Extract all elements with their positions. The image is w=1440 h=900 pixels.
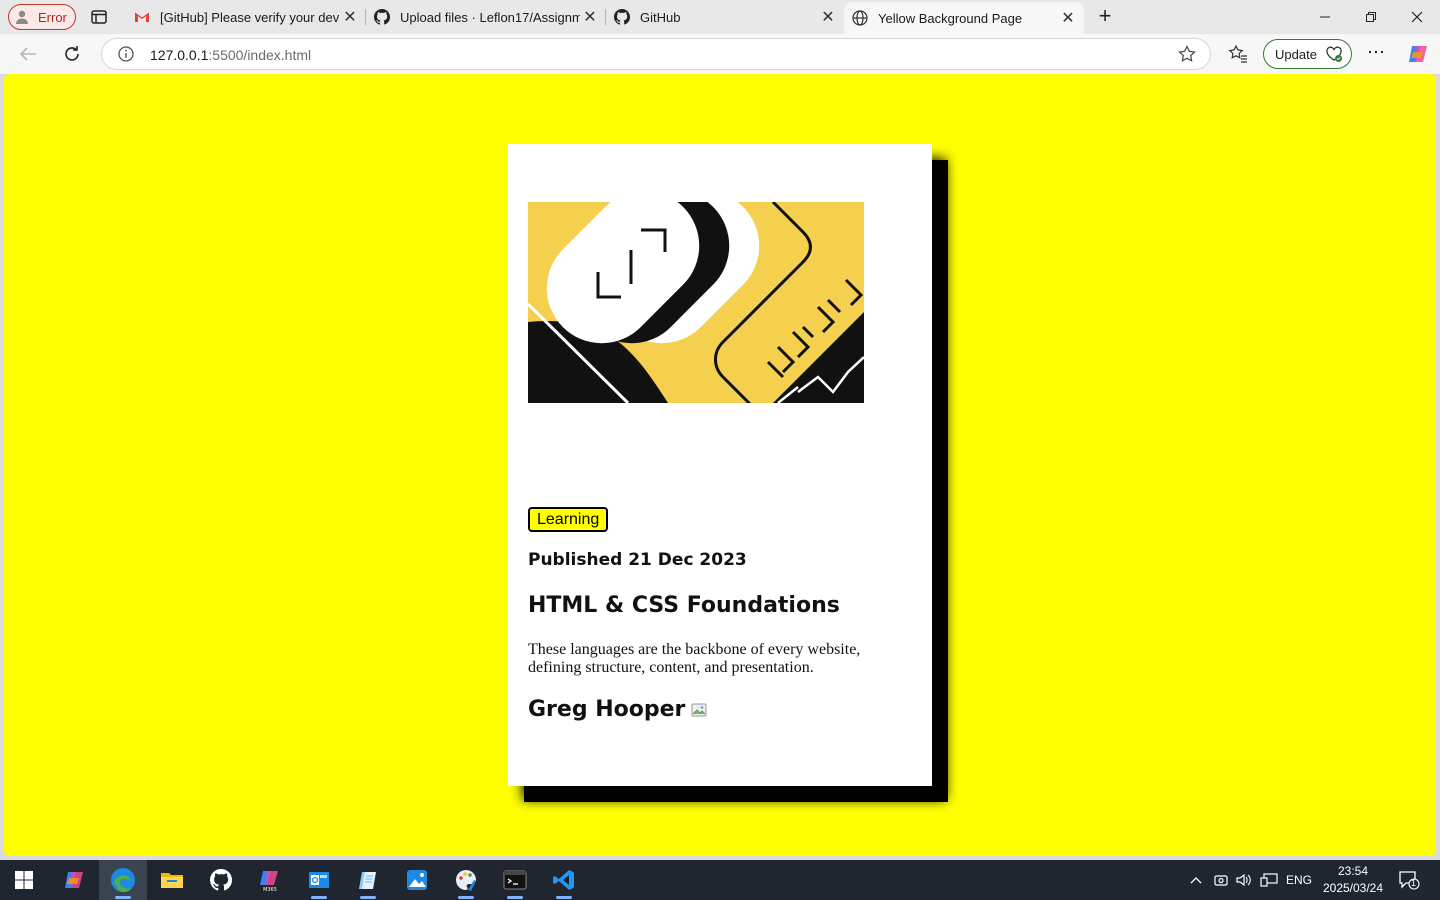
tab-github[interactable]: GitHub ✕: [606, 0, 844, 34]
copilot-taskbar-button[interactable]: [50, 860, 98, 900]
profile-status-label: Error: [38, 9, 67, 25]
clock-date: 2025/03/24: [1322, 881, 1384, 895]
update-label: Update: [1275, 46, 1317, 62]
broken-image-icon: [691, 702, 707, 718]
file-explorer-icon: [161, 873, 183, 888]
reload-button[interactable]: [58, 40, 86, 68]
update-heart-icon: [1325, 45, 1343, 63]
close-icon: [1411, 11, 1423, 23]
edge-icon: [111, 868, 135, 892]
new-tab-button[interactable]: +: [1094, 5, 1116, 28]
close-tab-icon[interactable]: ✕: [818, 7, 838, 27]
notifications-button[interactable]: 1: [1398, 870, 1420, 890]
back-button[interactable]: [14, 40, 42, 68]
tab-title: Yellow Background Page: [878, 10, 1023, 26]
author-name: Greg Hooper: [528, 697, 686, 722]
paint-icon: [456, 870, 476, 891]
close-tab-icon[interactable]: ✕: [1058, 8, 1078, 28]
hero-illustration: [528, 202, 864, 403]
tab-actions-icon: [91, 10, 107, 24]
reload-icon: [65, 46, 79, 61]
outlook-taskbar-button[interactable]: [295, 860, 343, 900]
favorites-icon[interactable]: [1228, 44, 1248, 64]
show-hidden-icons-button[interactable]: [1186, 860, 1206, 900]
tab-title: [GitHub] Please verify your device: [160, 9, 340, 25]
copilot-icon[interactable]: [1406, 42, 1430, 66]
clock[interactable]: 23:54 2025/03/24: [1318, 863, 1388, 897]
published-date: Published 21 Dec 2023: [528, 550, 747, 570]
tab-title: GitHub: [640, 9, 681, 25]
github-desktop-icon: [210, 869, 232, 891]
restore-button[interactable]: [1348, 0, 1394, 34]
github-icon: [374, 9, 390, 25]
url-path: :5500/index.html: [208, 47, 312, 63]
minimize-icon: [1320, 16, 1330, 18]
vscode-taskbar-button[interactable]: [540, 860, 588, 900]
tab-title: Upload files · Leflon17/Assignment: [400, 9, 580, 25]
volume-icon[interactable]: [1234, 860, 1254, 900]
category-tag: Learning: [528, 507, 609, 532]
start-icon: [15, 871, 33, 889]
m365-icon: M365: [260, 871, 279, 893]
tab-bar: Error [GitHub] Please verify your device…: [0, 0, 1440, 34]
tab-upload-files[interactable]: Upload files · Leflon17/Assignment ✕: [366, 0, 606, 34]
m365-taskbar-button[interactable]: M365: [246, 860, 294, 900]
terminal-taskbar-button[interactable]: [491, 860, 539, 900]
notepad-icon: [359, 872, 376, 889]
svg-text:M365: M365: [263, 887, 277, 893]
address-bar[interactable]: 127.0.0.1:5500/index.html: [101, 38, 1211, 70]
chevron-up-icon: [1190, 877, 1202, 884]
github-desktop-taskbar-button[interactable]: [197, 860, 245, 900]
file-explorer-taskbar-button[interactable]: [148, 860, 196, 900]
close-tab-icon[interactable]: ✕: [580, 7, 600, 27]
tab-yellow-background-page[interactable]: Yellow Background Page ✕: [844, 2, 1084, 34]
minimize-button[interactable]: [1302, 0, 1348, 34]
author: Greg Hooper: [528, 697, 707, 722]
start-button[interactable]: [0, 860, 48, 900]
favorite-star-icon[interactable]: [1178, 45, 1196, 63]
update-button[interactable]: Update: [1263, 39, 1352, 69]
address-toolbar: 127.0.0.1:5500/index.html Update ···: [0, 34, 1440, 74]
page-viewport: Learning Published 21 Dec 2023 HTML & CS…: [4, 74, 1436, 856]
copilot-icon: [65, 872, 83, 888]
camera-tray-icon[interactable]: [1212, 860, 1230, 900]
blog-preview-card: Learning Published 21 Dec 2023 HTML & CS…: [508, 144, 932, 786]
notepad-taskbar-button[interactable]: [344, 860, 392, 900]
outlook-icon: [309, 872, 329, 888]
github-icon: [614, 9, 630, 25]
card-title: HTML & CSS Foundations: [528, 593, 840, 618]
photos-icon: [407, 870, 427, 890]
url-text[interactable]: 127.0.0.1:5500/index.html: [150, 47, 311, 63]
card-description: These languages are the backbone of ever…: [528, 641, 861, 676]
notification-count: 1: [1411, 878, 1417, 888]
tab-gmail[interactable]: [GitHub] Please verify your device ✕: [126, 0, 366, 34]
language-indicator[interactable]: ENG: [1284, 860, 1314, 900]
network-icon[interactable]: [1258, 860, 1280, 900]
globe-icon: [852, 10, 868, 26]
vscode-icon: [553, 870, 574, 890]
close-window-button[interactable]: [1394, 0, 1440, 34]
site-info-icon[interactable]: [118, 46, 134, 62]
profile-button[interactable]: Error: [8, 4, 76, 30]
more-options-icon[interactable]: ···: [1366, 42, 1386, 64]
restore-icon: [1366, 12, 1376, 22]
terminal-icon: [503, 870, 527, 890]
url-host: 127.0.0.1: [150, 47, 209, 63]
taskbar: M365 ENG 23:54 2025/03/24 1: [0, 860, 1440, 900]
back-arrow-icon: [19, 47, 36, 61]
clock-time: 23:54: [1337, 864, 1369, 878]
edge-taskbar-button[interactable]: [99, 860, 147, 900]
notification-icon: [1399, 871, 1420, 890]
tab-actions-button[interactable]: [88, 7, 110, 27]
paint-taskbar-button[interactable]: [442, 860, 490, 900]
photos-taskbar-button[interactable]: [393, 860, 441, 900]
close-tab-icon[interactable]: ✕: [340, 7, 360, 27]
gmail-icon: [134, 9, 150, 25]
avatar-icon: [14, 9, 30, 25]
